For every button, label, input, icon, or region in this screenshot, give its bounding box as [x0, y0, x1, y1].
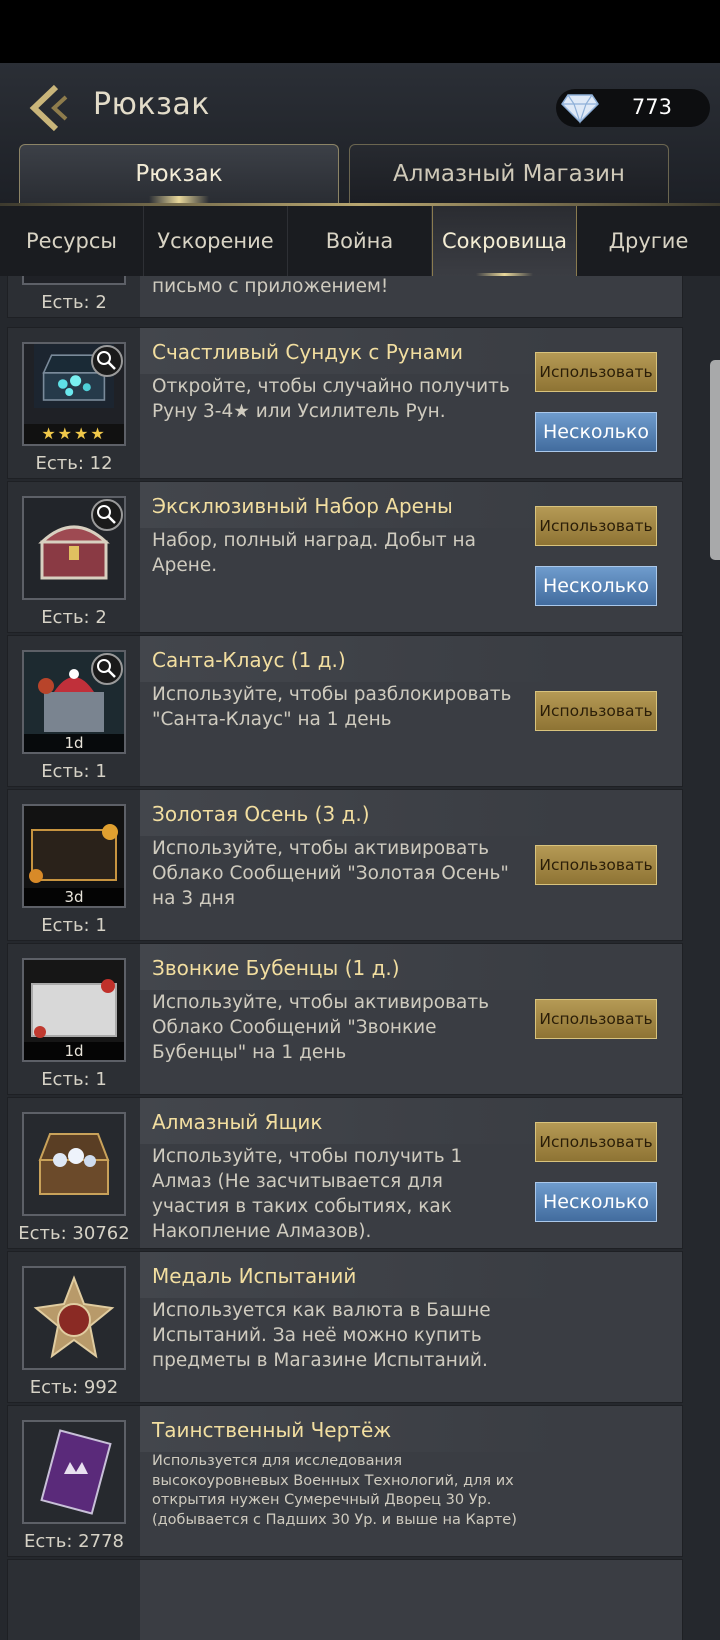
item-count: Есть: 2: [41, 607, 107, 628]
tab-diamond-shop-label: Алмазный Магазин: [393, 161, 625, 187]
item-name: Эксклюзивный Набор Арены: [152, 494, 453, 518]
list-item: Есть: 992 Медаль Испытаний Используется …: [7, 1251, 683, 1403]
item-desc: Используйте, чтобы разблокировать "Санта…: [152, 684, 512, 730]
item-count: Есть: 1: [41, 1069, 107, 1090]
item-icon: [22, 276, 126, 285]
item-desc: Используется как валюта в Башне Испытани…: [152, 1300, 491, 1371]
duration-badge: 1d: [24, 1042, 124, 1060]
item-name: Алмазный Ящик: [152, 1110, 323, 1134]
subtab-treasures[interactable]: Сокровища: [432, 206, 577, 276]
list-item: 1d Есть: 1 Санта-Клаус (1 д.) Используйт…: [7, 635, 683, 787]
subtab-other[interactable]: Другие: [577, 206, 720, 276]
page-title: Рюкзак: [93, 87, 210, 122]
inspect-magnifier-icon[interactable]: [91, 345, 123, 377]
item-name: Счастливый Сундук с Рунами: [152, 340, 464, 364]
list-item: 3d Есть: 1 Золотая Осень (3 д.) Использу…: [7, 789, 683, 941]
list-item: Есть: 2 Эксклюзивный Набор Арены Набор, …: [7, 481, 683, 633]
use-button[interactable]: Использовать: [535, 1122, 657, 1162]
subtab-speedups[interactable]: Ускорение: [144, 206, 288, 276]
jingle-bells-bubble-icon[interactable]: 1d: [22, 958, 126, 1062]
item-count: Есть: 2: [41, 292, 107, 313]
list-item: [7, 1559, 683, 1640]
subtab-resources[interactable]: Ресурсы: [0, 206, 144, 276]
golden-autumn-bubble-icon[interactable]: 3d: [22, 804, 126, 908]
gem-counter[interactable]: 773: [556, 89, 710, 127]
list-item: ★★★★ Есть: 12 Счастливый Сундук с Рунами…: [7, 327, 683, 479]
item-desc: письмо с приложением!: [152, 276, 389, 297]
trial-medal-icon[interactable]: [22, 1266, 126, 1370]
item-desc: Используйте, чтобы активировать Облако С…: [152, 992, 490, 1063]
trial-medal-picture: [24, 1268, 124, 1368]
item-desc: Используйте, чтобы получить 1 Алмаз (Не …: [152, 1146, 463, 1242]
diamond-chest-icon[interactable]: [22, 1112, 126, 1216]
gem-count: 773: [631, 95, 672, 119]
item-count: Есть: 30762: [18, 1223, 130, 1244]
use-button[interactable]: Использовать: [535, 999, 657, 1039]
item-name: Санта-Клаус (1 д.): [152, 648, 346, 672]
item-count: Есть: 992: [29, 1377, 119, 1398]
tab-backpack[interactable]: Рюкзак: [19, 144, 339, 204]
list-item: Есть: 2778 Таинственный Чертёж Используе…: [7, 1405, 683, 1557]
use-button[interactable]: Использовать: [535, 352, 657, 392]
use-multiple-button[interactable]: Несколько: [535, 412, 657, 452]
item-desc: Откройте, чтобы случайно получить Руну 3…: [152, 376, 510, 422]
use-button[interactable]: Использовать: [535, 691, 657, 731]
duration-badge: 3d: [24, 888, 124, 906]
tab-backpack-label: Рюкзак: [135, 161, 223, 187]
inspect-magnifier-icon[interactable]: [91, 653, 123, 685]
item-name: Золотая Осень (3 д.): [152, 802, 370, 826]
item-count: Есть: 12: [35, 453, 113, 474]
use-button[interactable]: Использовать: [535, 506, 657, 546]
arena-chest-icon[interactable]: [22, 496, 126, 600]
item-name: Звонкие Бубенцы (1 д.): [152, 956, 400, 980]
item-count: Есть: 2778: [24, 1531, 124, 1552]
subtab-war[interactable]: Война: [288, 206, 432, 276]
item-name: Таинственный Чертёж: [152, 1418, 392, 1442]
status-bar: [0, 0, 720, 63]
back-button[interactable]: [26, 83, 72, 133]
list-item: письмо с приложением! Есть: 2: [7, 276, 683, 318]
list-item: Есть: 30762 Алмазный Ящик Используйте, ч…: [7, 1097, 683, 1249]
rune-chest-icon[interactable]: ★★★★: [22, 342, 126, 446]
star-rating-badge: ★★★★: [24, 424, 124, 444]
mysterious-blueprint-picture: [24, 1422, 124, 1522]
santa-skin-icon[interactable]: 1d: [22, 650, 126, 754]
diamond-icon: [561, 94, 599, 124]
back-arrow-icon: [29, 84, 68, 132]
inspect-magnifier-icon[interactable]: [91, 499, 123, 531]
diamond-chest-picture: [24, 1114, 124, 1214]
category-tabs: Ресурсы Ускорение Война Сокровища Другие: [0, 206, 720, 276]
duration-badge: 1d: [24, 734, 124, 752]
tab-diamond-shop[interactable]: Алмазный Магазин: [349, 144, 669, 203]
item-count: Есть: 1: [41, 915, 107, 936]
use-multiple-button[interactable]: Несколько: [535, 1182, 657, 1222]
item-desc: Набор, полный наград. Добыт на Арене.: [152, 530, 476, 576]
mysterious-blueprint-icon[interactable]: [22, 1420, 126, 1524]
scrollbar[interactable]: [710, 360, 720, 560]
item-desc: Используйте, чтобы активировать Облако С…: [152, 838, 509, 909]
use-button[interactable]: Использовать: [535, 845, 657, 885]
use-multiple-button[interactable]: Несколько: [535, 566, 657, 606]
list-item: 1d Есть: 1 Звонкие Бубенцы (1 д.) Исполь…: [7, 943, 683, 1095]
item-name: Медаль Испытаний: [152, 1264, 357, 1288]
item-desc: Используется для исследования высокоуров…: [152, 1453, 517, 1528]
item-count: Есть: 1: [41, 761, 107, 782]
item-list[interactable]: письмо с приложением! Есть: 2 ★★★★ Есть:…: [0, 276, 720, 1640]
